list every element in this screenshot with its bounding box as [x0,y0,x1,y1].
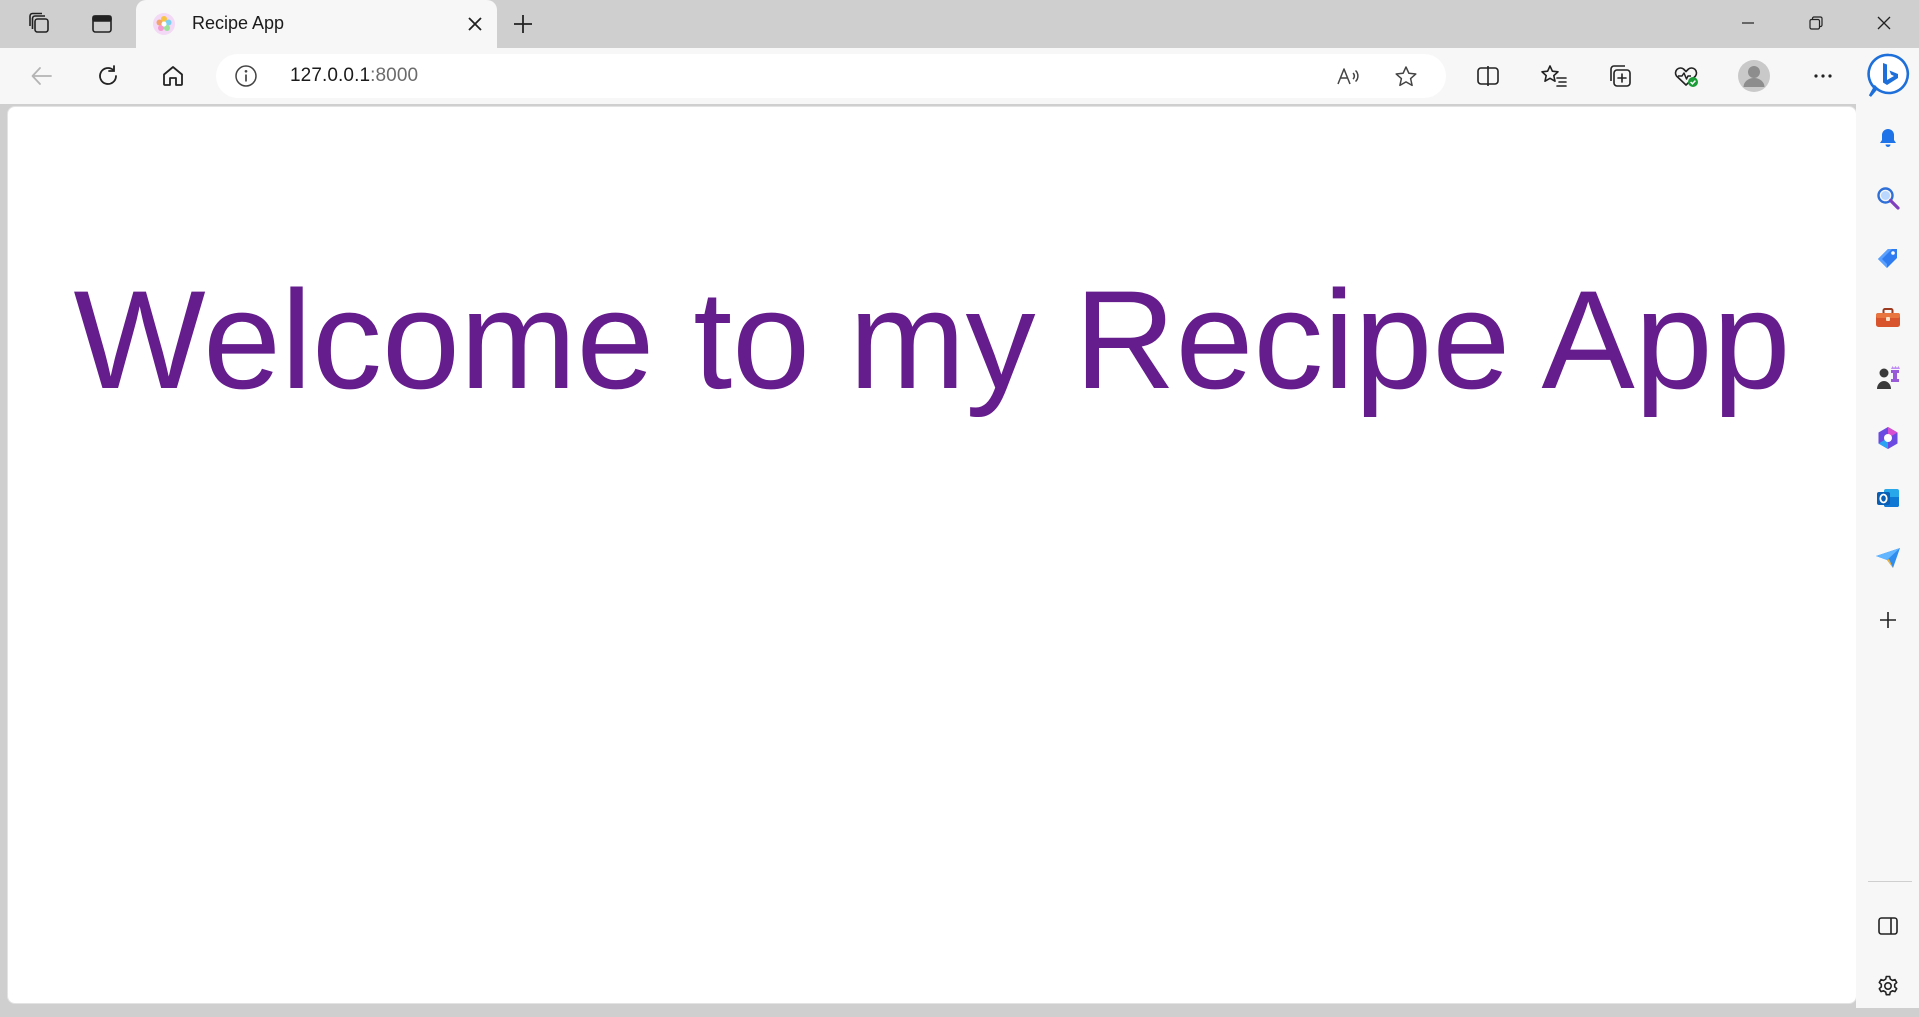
browser-essentials-icon[interactable] [1666,56,1706,96]
hide-sidebar-icon[interactable] [1868,906,1908,946]
home-icon[interactable] [153,56,193,96]
shopping-icon[interactable] [1868,238,1908,278]
tab-bar: Recipe App [0,0,1919,48]
notifications-icon[interactable] [1868,118,1908,158]
read-aloud-icon[interactable] [1332,61,1364,93]
navigation-toolbar: 127.0.0.1:8000 [0,48,1919,104]
settings-icon[interactable] [1868,966,1908,1006]
vertical-tabs-icon[interactable] [82,4,122,44]
favorite-star-icon[interactable] [1390,61,1422,93]
url-text[interactable]: 127.0.0.1:8000 [290,65,418,87]
add-icon[interactable] [1868,600,1908,640]
edge-sidebar [1856,104,1919,1017]
active-tab[interactable]: Recipe App [136,0,497,48]
search-icon[interactable] [1868,178,1908,218]
page-heading: Welcome to my Recipe App [73,261,1791,418]
outlook-icon[interactable] [1868,478,1908,518]
address-bar[interactable]: 127.0.0.1:8000 [216,54,1446,98]
profile-avatar[interactable] [1734,56,1774,96]
window-bottom-edge [0,1008,1919,1017]
collections-icon[interactable] [1600,56,1640,96]
url-host: 127.0.0.1 [290,65,371,86]
restore-icon[interactable] [1782,0,1850,46]
minimize-icon[interactable] [1714,0,1782,46]
close-window-icon[interactable] [1850,0,1918,46]
split-screen-icon[interactable] [1468,56,1508,96]
copilot-icon[interactable] [1865,52,1913,100]
refresh-icon[interactable] [88,56,128,96]
microsoft-365-icon[interactable] [1868,418,1908,458]
back-icon[interactable] [22,56,62,96]
url-port: :8000 [370,65,419,86]
new-tab-icon[interactable] [503,4,543,44]
tools-icon[interactable] [1868,298,1908,338]
games-icon[interactable] [1868,358,1908,398]
favorites-icon[interactable] [1534,56,1574,96]
sidebar-divider [1868,881,1912,882]
tab-title: Recipe App [192,13,285,33]
drop-icon[interactable] [1868,538,1908,578]
close-tab-icon[interactable] [459,8,491,40]
recipe-app-favicon [152,12,176,36]
more-icon[interactable] [1803,56,1843,96]
info-icon[interactable] [234,64,258,88]
workspaces-icon[interactable] [20,4,60,44]
page-viewport: Welcome to my Recipe App [7,106,1857,1004]
